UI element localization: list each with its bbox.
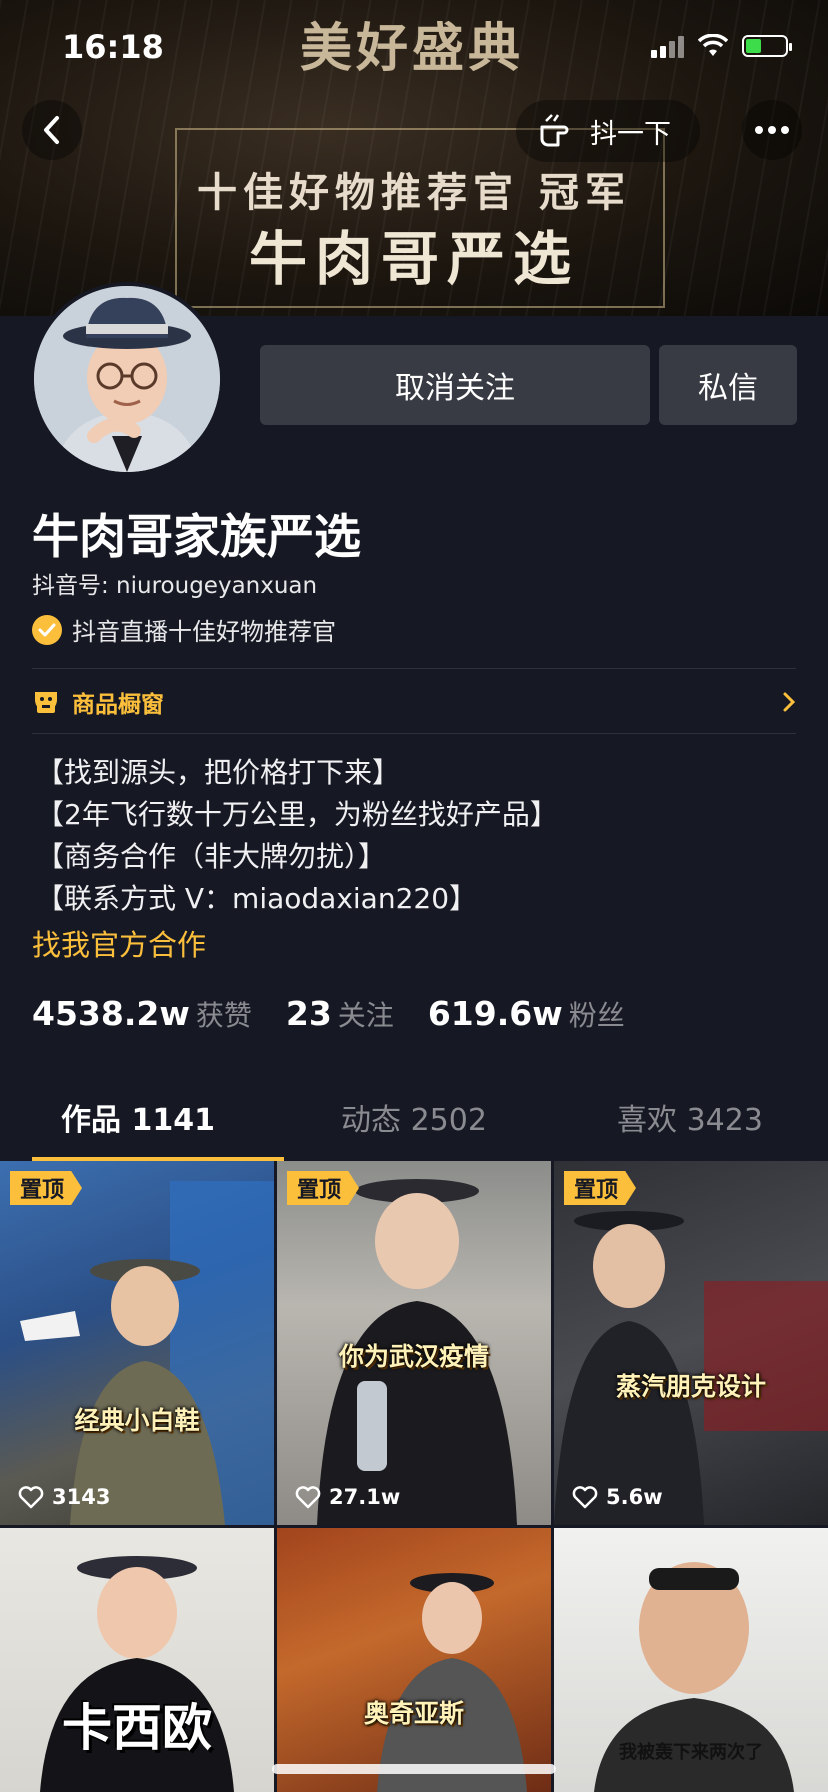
shop-label: 商品橱窗 <box>72 692 164 718</box>
message-button[interactable]: 私信 <box>659 345 797 425</box>
shop-icon <box>35 692 57 713</box>
divider <box>32 733 796 734</box>
following-label[interactable]: 关注 <box>338 994 394 1034</box>
likes-count: 4538.2w <box>32 994 190 1033</box>
following-count[interactable]: 23 <box>286 994 332 1033</box>
heart-icon <box>295 1486 321 1509</box>
tab-works[interactable]: 作品 1141 <box>0 1080 276 1162</box>
video-thumbnail[interactable]: 置顶 蒸汽朋克设计 5.6w <box>554 1161 828 1525</box>
bio-line: 【联系方式 V：miaodaxian220】 <box>36 882 478 915</box>
bio-line: 【商务合作（非大牌勿扰）】 <box>36 840 387 873</box>
video-caption: 你为武汉疫情 <box>338 1342 489 1371</box>
more-dots-icon <box>755 126 789 134</box>
video-thumbnail[interactable]: 置顶 经典小白鞋 3143 <box>0 1161 274 1525</box>
video-thumbnail[interactable]: 我被轰下来两次了 <box>554 1528 828 1792</box>
chevron-left-icon <box>44 116 59 144</box>
video-caption: 经典小白鞋 <box>74 1406 200 1435</box>
douyin-id: 抖音号: niurougeyanxuan <box>32 573 318 599</box>
official-cooperation-link[interactable]: 找我官方合作 <box>32 922 206 964</box>
profile-stats: 4538.2w 获赞 23 关注 619.6w 粉丝 <box>32 994 659 1034</box>
heart-icon <box>572 1486 598 1509</box>
home-indicator <box>272 1764 556 1774</box>
tab-dynamics[interactable]: 动态 2502 <box>276 1080 552 1162</box>
back-button[interactable] <box>22 100 82 160</box>
bio-line: 【2年飞行数十万公里，为粉丝找好产品】 <box>36 798 558 831</box>
shake-label: 抖一下 <box>590 118 671 150</box>
content-tabs: 作品 1141 动态 2502 喜欢 3423 <box>0 1080 828 1162</box>
battery-icon <box>742 35 792 57</box>
verification-text: 抖音直播十佳好物推荐官 <box>72 618 336 646</box>
hand-pointer-icon <box>540 114 569 147</box>
shop-window-row[interactable]: 商品橱窗 <box>32 670 796 734</box>
video-thumbnail[interactable]: 置顶 你为武汉疫情 27.1w <box>277 1161 551 1525</box>
pinned-badge: 置顶 <box>564 1171 636 1205</box>
divider <box>32 668 796 669</box>
status-time: 16:18 <box>62 28 164 66</box>
tab-likes[interactable]: 喜欢 3423 <box>552 1080 828 1162</box>
bio: 【找到源头，把价格打下来】 【2年飞行数十万公里，为粉丝找好产品】 【商务合作（… <box>36 752 558 920</box>
verification-row: 抖音直播十佳好物推荐官 <box>32 612 336 647</box>
followers-label[interactable]: 粉丝 <box>569 994 625 1034</box>
likes-label: 获赞 <box>195 999 252 1032</box>
bio-line: 【找到源头，把价格打下来】 <box>36 756 401 789</box>
banner-top-text: 美好盛典 <box>300 19 525 79</box>
video-caption: 卡西欧 <box>62 1699 212 1757</box>
video-likes: 3143 <box>18 1485 110 1509</box>
video-thumbnail[interactable]: 奥奇亚斯 <box>277 1528 551 1792</box>
video-caption: 奥奇亚斯 <box>363 1699 464 1728</box>
likes-count: 5.6w <box>606 1485 663 1509</box>
signal-icon <box>651 34 684 58</box>
video-likes: 27.1w <box>295 1485 400 1509</box>
pinned-badge: 置顶 <box>10 1171 82 1205</box>
followers-count[interactable]: 619.6w <box>428 994 563 1033</box>
video-caption: 蒸汽朋克设计 <box>615 1372 766 1401</box>
video-caption: 我被轰下来两次了 <box>619 1742 763 1763</box>
video-thumbnail[interactable]: 卡西欧 <box>0 1528 274 1792</box>
shake-button[interactable]: 抖一下 <box>516 100 700 162</box>
profile-name: 牛肉哥家族严选 <box>32 510 361 565</box>
banner-title: 十佳好物推荐官 冠军 <box>197 170 631 216</box>
status-icons <box>651 34 792 58</box>
heart-icon <box>18 1486 44 1509</box>
pinned-badge: 置顶 <box>287 1171 359 1205</box>
avatar[interactable] <box>30 282 224 476</box>
chevron-right-icon <box>783 692 796 712</box>
wifi-icon <box>698 34 728 56</box>
likes-count: 27.1w <box>329 1485 401 1509</box>
more-button[interactable] <box>742 100 802 160</box>
verified-check-icon <box>32 614 62 645</box>
likes-count: 3143 <box>52 1485 111 1509</box>
unfollow-button[interactable]: 取消关注 <box>260 345 650 425</box>
video-likes: 5.6w <box>572 1485 663 1509</box>
